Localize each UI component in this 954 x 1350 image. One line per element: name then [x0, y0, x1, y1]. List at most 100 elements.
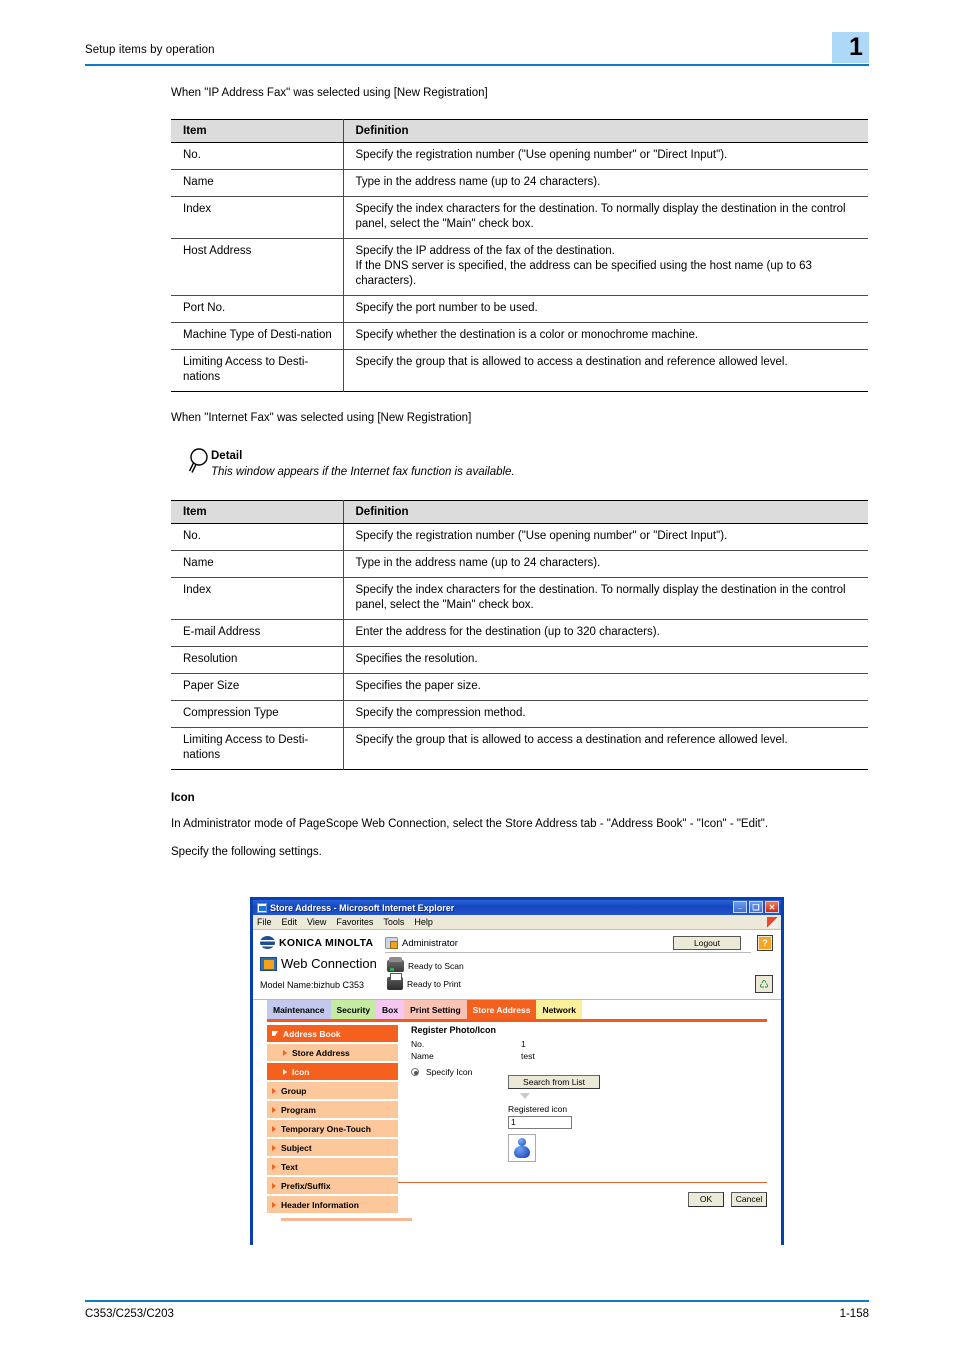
logout-button[interactable]: Logout	[673, 936, 741, 950]
search-from-list-button[interactable]: Search from List	[508, 1075, 600, 1089]
cell-item: No.	[171, 142, 344, 170]
sidebar-item-store-address[interactable]: Store Address	[267, 1044, 398, 1061]
radio-button[interactable]	[411, 1068, 419, 1076]
tab-store-address[interactable]: Store Address	[466, 1000, 537, 1019]
sidebar-item-text[interactable]: Text	[267, 1158, 398, 1175]
column-header-definition: Definition	[343, 119, 868, 143]
minimize-button[interactable]: _	[733, 901, 747, 913]
table-row: Port No. Specify the port number to be u…	[171, 295, 868, 323]
field-label: Name	[411, 1051, 434, 1061]
refresh-button[interactable]: ♺	[755, 975, 773, 993]
page-content: When "IP Address Fax" was selected using…	[171, 85, 868, 860]
cell-item: Resolution	[171, 646, 344, 674]
product-name: Web Connection	[281, 956, 377, 971]
help-button[interactable]: ?	[757, 935, 773, 951]
chapter-badge: 1	[832, 32, 869, 63]
sidebar-item-temporary-one-touch[interactable]: Temporary One-Touch	[267, 1120, 398, 1137]
menu-item-view[interactable]: View	[307, 917, 326, 927]
table-row: Name Type in the address name (up to 24 …	[171, 169, 868, 197]
page-footer: C353/C253/C203 1-158	[85, 1300, 869, 1320]
cell-item: Port No.	[171, 295, 344, 323]
tab-box[interactable]: Box	[376, 1000, 405, 1019]
cell-item: Host Address	[171, 238, 344, 296]
sidebar-item-label: Prefix/Suffix	[281, 1180, 331, 1191]
ok-button[interactable]: OK	[688, 1192, 724, 1207]
table-row: Index Specify the index characters for t…	[171, 196, 868, 239]
sidebar: Address Book Store Address Icon Group Pr…	[253, 1022, 412, 1229]
header-rule	[85, 64, 869, 66]
cell-definition: Specify the port number to be used.	[343, 295, 868, 323]
table-row: Resolution Specifies the resolution.	[171, 646, 868, 674]
app-tab-bar: Maintenance Security Box Print Setting S…	[253, 1000, 781, 1019]
menu-item-help[interactable]: Help	[414, 917, 433, 927]
registered-icon-preview	[508, 1134, 536, 1162]
tab-network[interactable]: Network	[536, 1000, 582, 1019]
table-row: Machine Type of Desti-nation Specify whe…	[171, 322, 868, 350]
browser-titlebar: Store Address - Microsoft Internet Explo…	[253, 900, 781, 915]
sidebar-item-label: Text	[281, 1161, 298, 1172]
sidebar-item-prefix-suffix[interactable]: Prefix/Suffix	[267, 1177, 398, 1194]
sidebar-item-label: Store Address	[292, 1047, 350, 1058]
table-header-row: Item Definition	[171, 500, 868, 524]
table-row: No. Specify the registration number ("Us…	[171, 142, 868, 170]
cell-definition: Specifies the paper size.	[343, 673, 868, 701]
cancel-button[interactable]: Cancel	[731, 1192, 767, 1207]
sidebar-item-label: Temporary One-Touch	[281, 1123, 371, 1134]
chevron-down-icon	[272, 1031, 278, 1036]
icon-section-heading: Icon	[171, 792, 195, 804]
pagescope-logo: Web Connection	[260, 956, 377, 971]
sidebar-item-group[interactable]: Group	[267, 1082, 398, 1099]
refresh-icon: ♺	[759, 978, 769, 991]
sidebar-item-address-book[interactable]: Address Book	[267, 1025, 398, 1042]
window-title: Store Address - Microsoft Internet Explo…	[270, 902, 455, 913]
menu-item-tools[interactable]: Tools	[383, 917, 404, 927]
footer-page-number: 1-158	[839, 1308, 869, 1320]
sidebar-item-subject[interactable]: Subject	[267, 1139, 398, 1156]
footer-rule	[85, 1300, 869, 1302]
cell-definition: Specify the registration number ("Use op…	[343, 523, 868, 551]
browser-menubar: File Edit View Favorites Tools Help	[253, 915, 781, 930]
chapter-number: 1	[849, 33, 863, 61]
window-controls: _ ❑ ✕	[733, 901, 779, 913]
sidebar-item-icon[interactable]: Icon	[267, 1063, 398, 1080]
sidebar-item-label: Address Book	[283, 1028, 341, 1039]
footer-models: C353/C253/C203	[85, 1308, 174, 1320]
table-row: Compression Type Specify the compression…	[171, 700, 868, 728]
chevron-right-icon	[272, 1106, 276, 1113]
chevron-right-icon	[272, 1125, 276, 1132]
intro-paragraph-1: When "IP Address Fax" was selected using…	[171, 87, 488, 99]
registered-icon-input[interactable]: 1	[508, 1116, 572, 1129]
cell-item: Name	[171, 550, 344, 578]
close-button[interactable]: ✕	[765, 901, 779, 913]
browser-viewport: KONICA MINOLTA Web Connection Model Name…	[253, 930, 781, 1246]
field-value: 1	[521, 1039, 526, 1049]
tab-security[interactable]: Security	[330, 1000, 377, 1019]
table-row: Index Specify the index characters for t…	[171, 577, 868, 620]
magnifier-icon	[187, 446, 213, 479]
person-icon	[514, 1138, 530, 1158]
sidebar-item-program[interactable]: Program	[267, 1101, 398, 1118]
maximize-button[interactable]: ❑	[749, 901, 763, 913]
field-name: Name test	[411, 1051, 781, 1061]
chevron-right-icon	[272, 1163, 276, 1170]
cell-definition: Specify the IP address of the fax of the…	[343, 238, 868, 296]
tab-print-setting[interactable]: Print Setting	[404, 1000, 467, 1019]
detail-title: Detail	[211, 450, 243, 462]
cell-item: Name	[171, 169, 344, 197]
cell-item: E-mail Address	[171, 619, 344, 647]
detail-note: Detail This window appears if the Intern…	[171, 448, 868, 478]
tab-maintenance[interactable]: Maintenance	[267, 1000, 331, 1019]
menu-item-edit[interactable]: Edit	[282, 917, 298, 927]
chevron-right-icon	[272, 1201, 276, 1208]
arrow-down-icon	[520, 1093, 530, 1099]
cell-definition: Type in the address name (up to 24 chara…	[343, 169, 868, 197]
help-icon: ?	[759, 937, 771, 949]
sidebar-item-header-information[interactable]: Header Information	[267, 1196, 398, 1213]
column-header-item: Item	[171, 119, 344, 143]
cell-item: Limiting Access to Desti-nations	[171, 349, 344, 392]
menu-item-favorites[interactable]: Favorites	[336, 917, 373, 927]
sidebar-bottom-rule	[281, 1218, 412, 1221]
sidebar-item-label: Header Information	[281, 1199, 359, 1210]
menu-item-file[interactable]: File	[257, 917, 272, 927]
cell-item: Index	[171, 577, 344, 620]
